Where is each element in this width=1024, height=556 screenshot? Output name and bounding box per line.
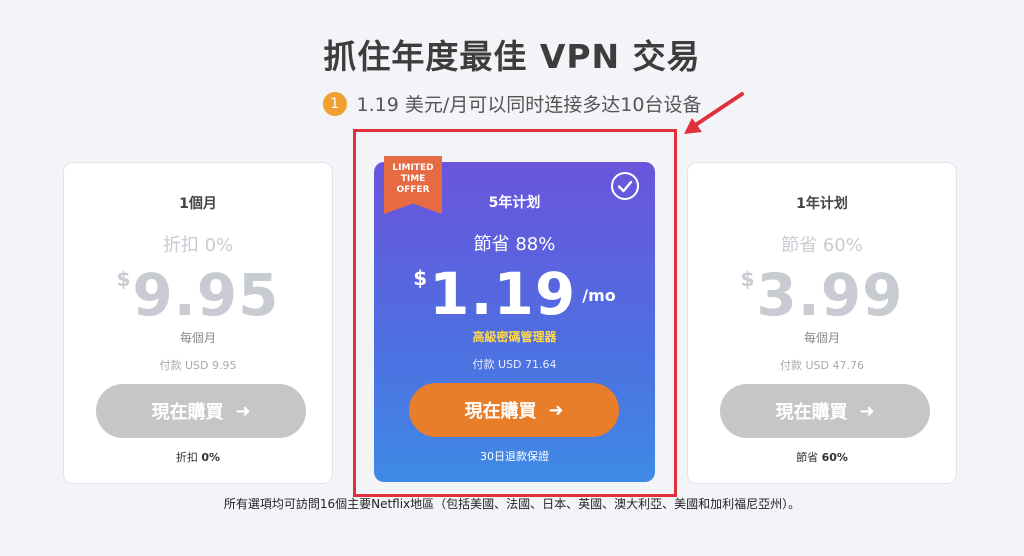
- ribbon-line: TIME: [400, 174, 426, 184]
- footer-label: 節省: [796, 451, 819, 464]
- plan-price: $1.19/mo: [374, 260, 655, 328]
- arrow-right-icon: ➜: [859, 400, 875, 422]
- plan-discount: 節省 88%: [473, 234, 556, 255]
- plan-price: $3.99: [688, 261, 956, 329]
- bonus-feature: 高級密碼管理器: [472, 330, 557, 344]
- ribbon-line: LIMITED: [392, 163, 434, 173]
- plan-name: 5年计划: [488, 195, 541, 211]
- subtitle-text: 1.19 美元/月可以同时连接多达10台设备: [356, 94, 702, 116]
- price-unit: /mo: [582, 286, 616, 305]
- money-back-guarantee: 30日退款保證: [480, 450, 549, 463]
- paid-total: 付款 USD 47.76: [780, 359, 864, 372]
- price-amount: 3.99: [756, 261, 904, 329]
- price-amount: 9.95: [132, 261, 280, 329]
- footer-label: 折扣: [175, 451, 198, 464]
- footnote: 所有選項均可訪問16個主要Netflix地區（包括美國、法國、日本、英國、澳大利…: [223, 497, 801, 511]
- discount-footer: 折扣 0%: [64, 449, 332, 465]
- arrow-right-icon: ➜: [235, 400, 251, 422]
- arrow-right-icon: ➜: [548, 399, 564, 421]
- step-number-badge: 1: [322, 91, 347, 116]
- savings-footer: 節省 60%: [688, 449, 956, 465]
- paid-total: 付款 USD 9.95: [159, 359, 237, 372]
- buy-now-button[interactable]: 現在購買 ➜: [409, 383, 619, 437]
- footer-value: 60%: [821, 451, 848, 464]
- price-amount: 1.19: [429, 260, 577, 328]
- currency-symbol: $: [116, 267, 131, 291]
- subtitle-row: 1 1.19 美元/月可以同时连接多达10台设备: [0, 90, 1024, 117]
- plan-name: 1年计划: [796, 196, 848, 212]
- page-title: 抓住年度最佳 VPN 交易: [323, 37, 701, 76]
- plan-card-1-year: 1年计划 節省 60% $3.99 每個月 付款 USD 47.76 現在購買 …: [687, 162, 957, 484]
- footer-value: 0%: [201, 451, 221, 464]
- currency-symbol: $: [413, 266, 428, 290]
- buy-now-label: 現在購買: [775, 402, 848, 423]
- plan-discount: 節省 60%: [781, 235, 863, 256]
- plan-card-1-month: 1個月 折扣 0% $9.95 每個月 付款 USD 9.95 現在購買 ➜ 折…: [63, 162, 333, 484]
- buy-now-button[interactable]: 現在購買 ➜: [720, 384, 930, 438]
- paid-total: 付款 USD 71.64: [472, 358, 557, 371]
- plan-discount: 折扣 0%: [162, 235, 234, 256]
- plan-price: $9.95: [64, 261, 332, 329]
- plan-name: 1個月: [179, 196, 217, 212]
- buy-now-button[interactable]: 現在購買 ➜: [96, 384, 306, 438]
- pointer-arrow-icon: [684, 92, 744, 134]
- per-month-label: 每個月: [179, 331, 216, 345]
- currency-symbol: $: [740, 267, 755, 291]
- per-month-label: 每個月: [803, 331, 840, 345]
- buy-now-label: 現在購買: [151, 402, 224, 423]
- buy-now-label: 現在購買: [464, 401, 537, 422]
- plan-card-5-year: LIMITED TIME OFFER 5年计划 節省 88% $1.19/mo …: [374, 156, 655, 482]
